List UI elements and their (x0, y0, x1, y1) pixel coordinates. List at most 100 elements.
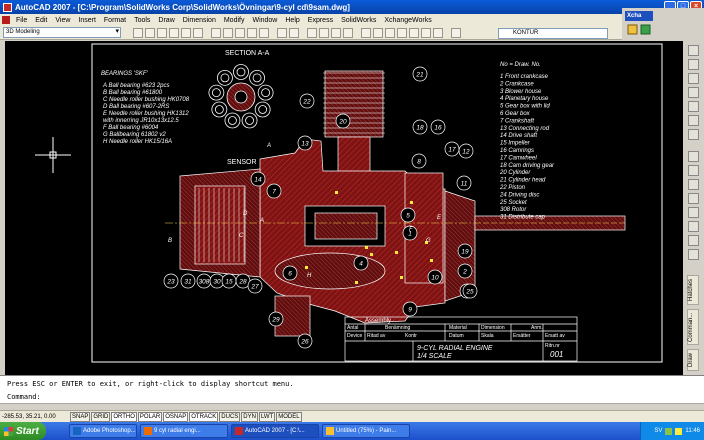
autocad-app-icon[interactable] (3, 2, 12, 12)
task-paint[interactable]: Untitled (75%) - Pain... (322, 424, 410, 438)
menu-insert[interactable]: Insert (74, 17, 100, 24)
zoom-previous-icon[interactable] (343, 27, 353, 38)
task-photoshop[interactable]: Adobe Photoshop... (69, 424, 137, 438)
plot-preview-icon[interactable] (181, 27, 191, 38)
tool-icon-2[interactable] (688, 59, 699, 70)
plot-icon[interactable] (169, 27, 179, 38)
task-radial-engine[interactable]: 9 cyl radial engi... (140, 424, 228, 438)
tab-hatches[interactable]: Hatches (687, 275, 699, 305)
tool-icon-7[interactable] (688, 129, 699, 140)
tab-commands[interactable]: Comman... (687, 309, 699, 345)
workspace-dropdown[interactable]: 3D Modeling (3, 27, 121, 38)
svg-text:21: 21 (415, 72, 424, 79)
tool-icon-8[interactable] (688, 151, 699, 162)
part-balloon: 20 (335, 113, 351, 129)
xchange-panel: Xcha (622, 8, 704, 42)
menu-solidworks[interactable]: SolidWorks (337, 17, 380, 24)
bearing-a: A Ball bearing #623 2pcs (102, 83, 170, 89)
tool-icon-4[interactable] (688, 87, 699, 98)
coordinates-readout[interactable]: -285.53, 35.21, 0.00 (2, 414, 70, 420)
tool-palettes-icon[interactable] (385, 27, 395, 38)
tool-icon-14[interactable] (688, 235, 699, 246)
clock[interactable]: 11:46 (685, 428, 700, 434)
menu-modify[interactable]: Modify (220, 17, 249, 24)
horizontal-scrollbar[interactable] (0, 403, 704, 410)
command-line[interactable]: Press ESC or ENTER to exit, or right-cli… (0, 375, 704, 403)
export-icon[interactable] (640, 24, 651, 35)
help-icon[interactable] (433, 27, 443, 38)
ducs-toggle[interactable]: DUCS (219, 411, 241, 422)
menu-tools[interactable]: Tools (130, 17, 154, 24)
calculator-icon[interactable] (421, 27, 431, 38)
layer-dropdown[interactable]: KONTUR (498, 28, 608, 39)
menu-format[interactable]: Format (100, 17, 130, 24)
grid-toggle[interactable]: GRID (91, 411, 111, 422)
zoom-window-icon[interactable] (331, 27, 341, 38)
start-button[interactable]: Start (0, 422, 46, 440)
undo-icon[interactable] (277, 27, 287, 38)
properties-icon[interactable] (361, 27, 371, 38)
network-icon[interactable] (665, 427, 673, 435)
tool-icon-12[interactable] (688, 207, 699, 218)
tool-icon-6[interactable] (688, 115, 699, 126)
menu-draw[interactable]: Draw (154, 17, 178, 24)
dyn-toggle[interactable]: DYN (241, 411, 258, 422)
publish-icon[interactable] (193, 27, 203, 38)
tool-icon-9[interactable] (688, 165, 699, 176)
open-file-icon[interactable] (145, 27, 155, 38)
design-center-icon[interactable] (373, 27, 383, 38)
menu-view[interactable]: View (51, 17, 74, 24)
tool-icon-10[interactable] (688, 179, 699, 190)
markup-icon[interactable] (409, 27, 419, 38)
pan-icon[interactable] (307, 27, 317, 38)
document-icon[interactable] (2, 16, 10, 24)
folder-icon[interactable] (627, 24, 638, 35)
snap-toggle[interactable]: SNAP (70, 411, 91, 422)
cad-drawing[interactable]: SECTION A-A BEARINGS 'SKF' A Ball bearin… (5, 41, 683, 375)
drawing-canvas[interactable]: SECTION A-A BEARINGS 'SKF' A Ball bearin… (5, 41, 683, 375)
parts-list-item: 24 Driving disc (499, 192, 539, 198)
tool-icon-3[interactable] (688, 73, 699, 84)
tool-icon-11[interactable] (688, 193, 699, 204)
otrack-toggle[interactable]: OTRACK (189, 411, 219, 422)
block-editor-icon[interactable] (259, 27, 269, 38)
zoom-realtime-icon[interactable] (319, 27, 329, 38)
bearing-b: B Ball bearing #61800 (103, 90, 163, 96)
menu-window[interactable]: Window (248, 17, 281, 24)
window-title-bar[interactable]: AutoCAD 2007 - [C:\Program\SolidWorks Co… (0, 0, 704, 14)
section-letter: C (239, 233, 244, 239)
save-icon[interactable] (157, 27, 167, 38)
tool-icon-13[interactable] (688, 221, 699, 232)
menu-xchangeworks[interactable]: XchangeWorks (380, 17, 435, 24)
part-balloon: 5 (400, 207, 416, 223)
language-indicator[interactable]: SV (654, 428, 662, 434)
model-toggle[interactable]: MODEL (276, 411, 302, 422)
engine-cross-section (165, 70, 626, 337)
task-photoshop-label: Adobe Photoshop... (83, 428, 136, 434)
volume-icon[interactable] (675, 427, 683, 435)
ortho-toggle[interactable]: ORTHO (111, 411, 137, 422)
tool-icon-5[interactable] (688, 101, 699, 112)
menu-express[interactable]: Express (304, 17, 337, 24)
menu-edit[interactable]: Edit (31, 17, 51, 24)
menu-file[interactable]: File (12, 17, 31, 24)
task-autocad[interactable]: AutoCAD 2007 - [C:\... (231, 424, 319, 438)
command-prompt[interactable]: Command: (7, 393, 41, 401)
osnap-toggle[interactable]: OSNAP (163, 411, 189, 422)
cut-icon[interactable] (211, 27, 221, 38)
polar-toggle[interactable]: POLAR (137, 411, 163, 422)
paste-icon[interactable] (235, 27, 245, 38)
match-properties-icon[interactable] (247, 27, 257, 38)
tool-icon-15[interactable] (688, 249, 699, 260)
menu-dimension[interactable]: Dimension (179, 17, 220, 24)
redo-icon[interactable] (289, 27, 299, 38)
new-file-icon[interactable] (133, 27, 143, 38)
lwt-toggle[interactable]: LWT (258, 411, 276, 422)
sheet-set-icon[interactable] (397, 27, 407, 38)
tab-draw[interactable]: Draw (687, 349, 699, 371)
copy-icon[interactable] (223, 27, 233, 38)
layer-manager-icon[interactable] (451, 27, 461, 38)
tool-icon-1[interactable] (688, 45, 699, 56)
bearing-g: G Ballbearing 61802 v2 (103, 132, 166, 138)
menu-help[interactable]: Help (281, 17, 303, 24)
